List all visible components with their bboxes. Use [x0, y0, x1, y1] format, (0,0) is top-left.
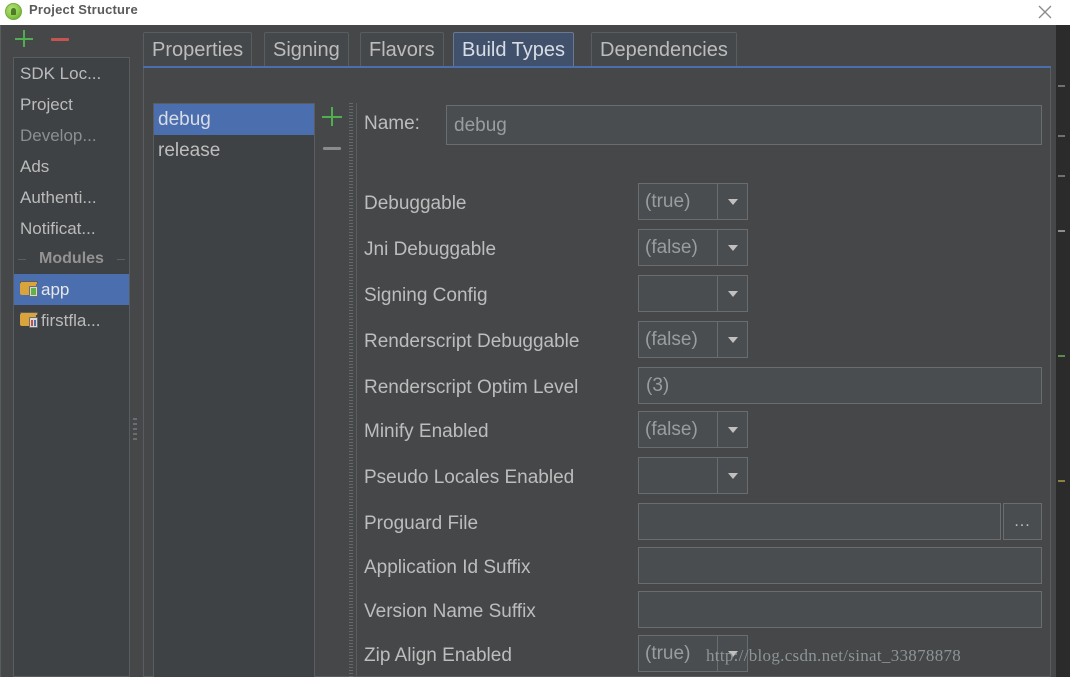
- pseudo-locales-enabled-combo[interactable]: [638, 457, 748, 494]
- minus-icon[interactable]: [50, 29, 72, 49]
- sidebar-item-label: Ads: [20, 157, 50, 176]
- minify-enabled-label: Minify Enabled: [364, 421, 489, 442]
- sidebar-item-notifications[interactable]: Notificat...: [14, 213, 129, 244]
- application-id-suffix-input[interactable]: [638, 547, 1042, 584]
- jni-debuggable-combo[interactable]: (false): [638, 229, 748, 266]
- proguard-file-input[interactable]: [638, 503, 1001, 540]
- sidebar-item-label: app: [41, 280, 70, 299]
- name-label: Name:: [364, 113, 420, 134]
- renderscript-optim-level-label: Renderscript Optim Level: [364, 377, 579, 398]
- tab-properties[interactable]: Properties: [143, 32, 253, 67]
- build-type-row-release[interactable]: release: [154, 135, 314, 166]
- jni-debuggable-label: Jni Debuggable: [364, 239, 497, 260]
- debuggable-value: (true): [645, 190, 691, 212]
- window-body: SDK Loc... Project Develop... Ads Authen…: [0, 25, 1070, 677]
- minify-enabled-value: (false): [645, 418, 698, 440]
- signing-config-combo[interactable]: [638, 275, 748, 312]
- chevron-down-icon[interactable]: [717, 230, 747, 265]
- pseudo-locales-enabled-label: Pseudo Locales Enabled: [364, 467, 575, 488]
- renderscript-optim-level-input[interactable]: (3): [638, 367, 1042, 404]
- window-titlebar: Project Structure: [0, 0, 1070, 26]
- sidebar-splitter-handle[interactable]: [133, 418, 138, 444]
- application-id-suffix-label: Application Id Suffix: [364, 557, 531, 578]
- sidebar-separator-label: Modules: [39, 250, 104, 267]
- build-type-row-debug[interactable]: debug: [154, 104, 314, 135]
- signing-config-label: Signing Config: [364, 285, 488, 306]
- name-input[interactable]: debug: [446, 105, 1042, 145]
- add-build-type-button[interactable]: [322, 107, 344, 127]
- sidebar-item-label: SDK Loc...: [20, 64, 102, 83]
- tab-signing[interactable]: Signing: [264, 32, 349, 67]
- chevron-down-icon[interactable]: [717, 276, 747, 311]
- renderscript-debuggable-value: (false): [645, 328, 698, 350]
- remove-build-type-button[interactable]: [322, 138, 344, 158]
- project-structure-window: Project Structure SDK Loc... Project Dev…: [0, 0, 1070, 677]
- window-left-edge: [0, 25, 1, 677]
- proguard-file-browse-button[interactable]: ...: [1003, 503, 1042, 540]
- watermark: http://blog.csdn.net/sinat_33878878: [706, 646, 962, 665]
- sidebar-item-label: Develop...: [20, 126, 97, 145]
- chevron-down-icon[interactable]: [717, 412, 747, 447]
- panel-splitter-handle[interactable]: [349, 103, 353, 677]
- sidebar-item-developer-services[interactable]: Develop...: [14, 120, 129, 151]
- zip-align-enabled-label: Zip Align Enabled: [364, 645, 512, 666]
- close-icon[interactable]: [1028, 0, 1062, 24]
- renderscript-debuggable-label: Renderscript Debuggable: [364, 331, 580, 352]
- sidebar-item-firstflavor[interactable]: firstfla...: [14, 305, 129, 336]
- chevron-down-icon[interactable]: [717, 184, 747, 219]
- sidebar-toolbar: [0, 25, 130, 53]
- debuggable-combo[interactable]: (true): [638, 183, 748, 220]
- chevron-down-icon[interactable]: [717, 322, 747, 357]
- sidebar-item-app[interactable]: app: [14, 274, 129, 305]
- plus-icon[interactable]: [14, 29, 36, 49]
- chevron-down-icon[interactable]: [717, 458, 747, 493]
- tab-build-types[interactable]: Build Types: [453, 32, 575, 67]
- tab-flavors[interactable]: Flavors: [360, 32, 444, 67]
- sidebar-item-label: Project: [20, 95, 73, 114]
- android-studio-icon: [5, 3, 22, 20]
- sidebar-item-authentication[interactable]: Authenti...: [14, 182, 129, 213]
- sidebar-item-sdk-location[interactable]: SDK Loc...: [14, 58, 129, 89]
- jni-debuggable-value: (false): [645, 236, 698, 258]
- sidebar-separator-modules: Modules: [14, 244, 129, 274]
- sidebar-item-project[interactable]: Project: [14, 89, 129, 120]
- sidebar: SDK Loc... Project Develop... Ads Authen…: [13, 57, 130, 677]
- tab-dependencies[interactable]: Dependencies: [591, 32, 737, 67]
- panel-accent-line: [143, 66, 1051, 68]
- sidebar-item-ads[interactable]: Ads: [14, 151, 129, 182]
- module-folder-library-icon: [20, 312, 38, 328]
- sidebar-item-label: Notificat...: [20, 219, 96, 238]
- version-name-suffix-input[interactable]: [638, 591, 1042, 628]
- build-type-form: Name: debug Debuggable (true) Jni Debugg…: [357, 103, 1050, 677]
- module-folder-phone-icon: [20, 281, 38, 297]
- proguard-file-label: Proguard File: [364, 513, 479, 534]
- window-title: Project Structure: [29, 2, 138, 17]
- debuggable-label: Debuggable: [364, 193, 467, 214]
- version-name-suffix-label: Version Name Suffix: [364, 601, 536, 622]
- sidebar-item-label: Authenti...: [20, 188, 97, 207]
- sidebar-item-label: firstfla...: [41, 311, 101, 330]
- renderscript-debuggable-combo[interactable]: (false): [638, 321, 748, 358]
- background-editor-strip: [1056, 25, 1070, 677]
- minify-enabled-combo[interactable]: (false): [638, 411, 748, 448]
- build-types-list: debug release: [153, 103, 315, 677]
